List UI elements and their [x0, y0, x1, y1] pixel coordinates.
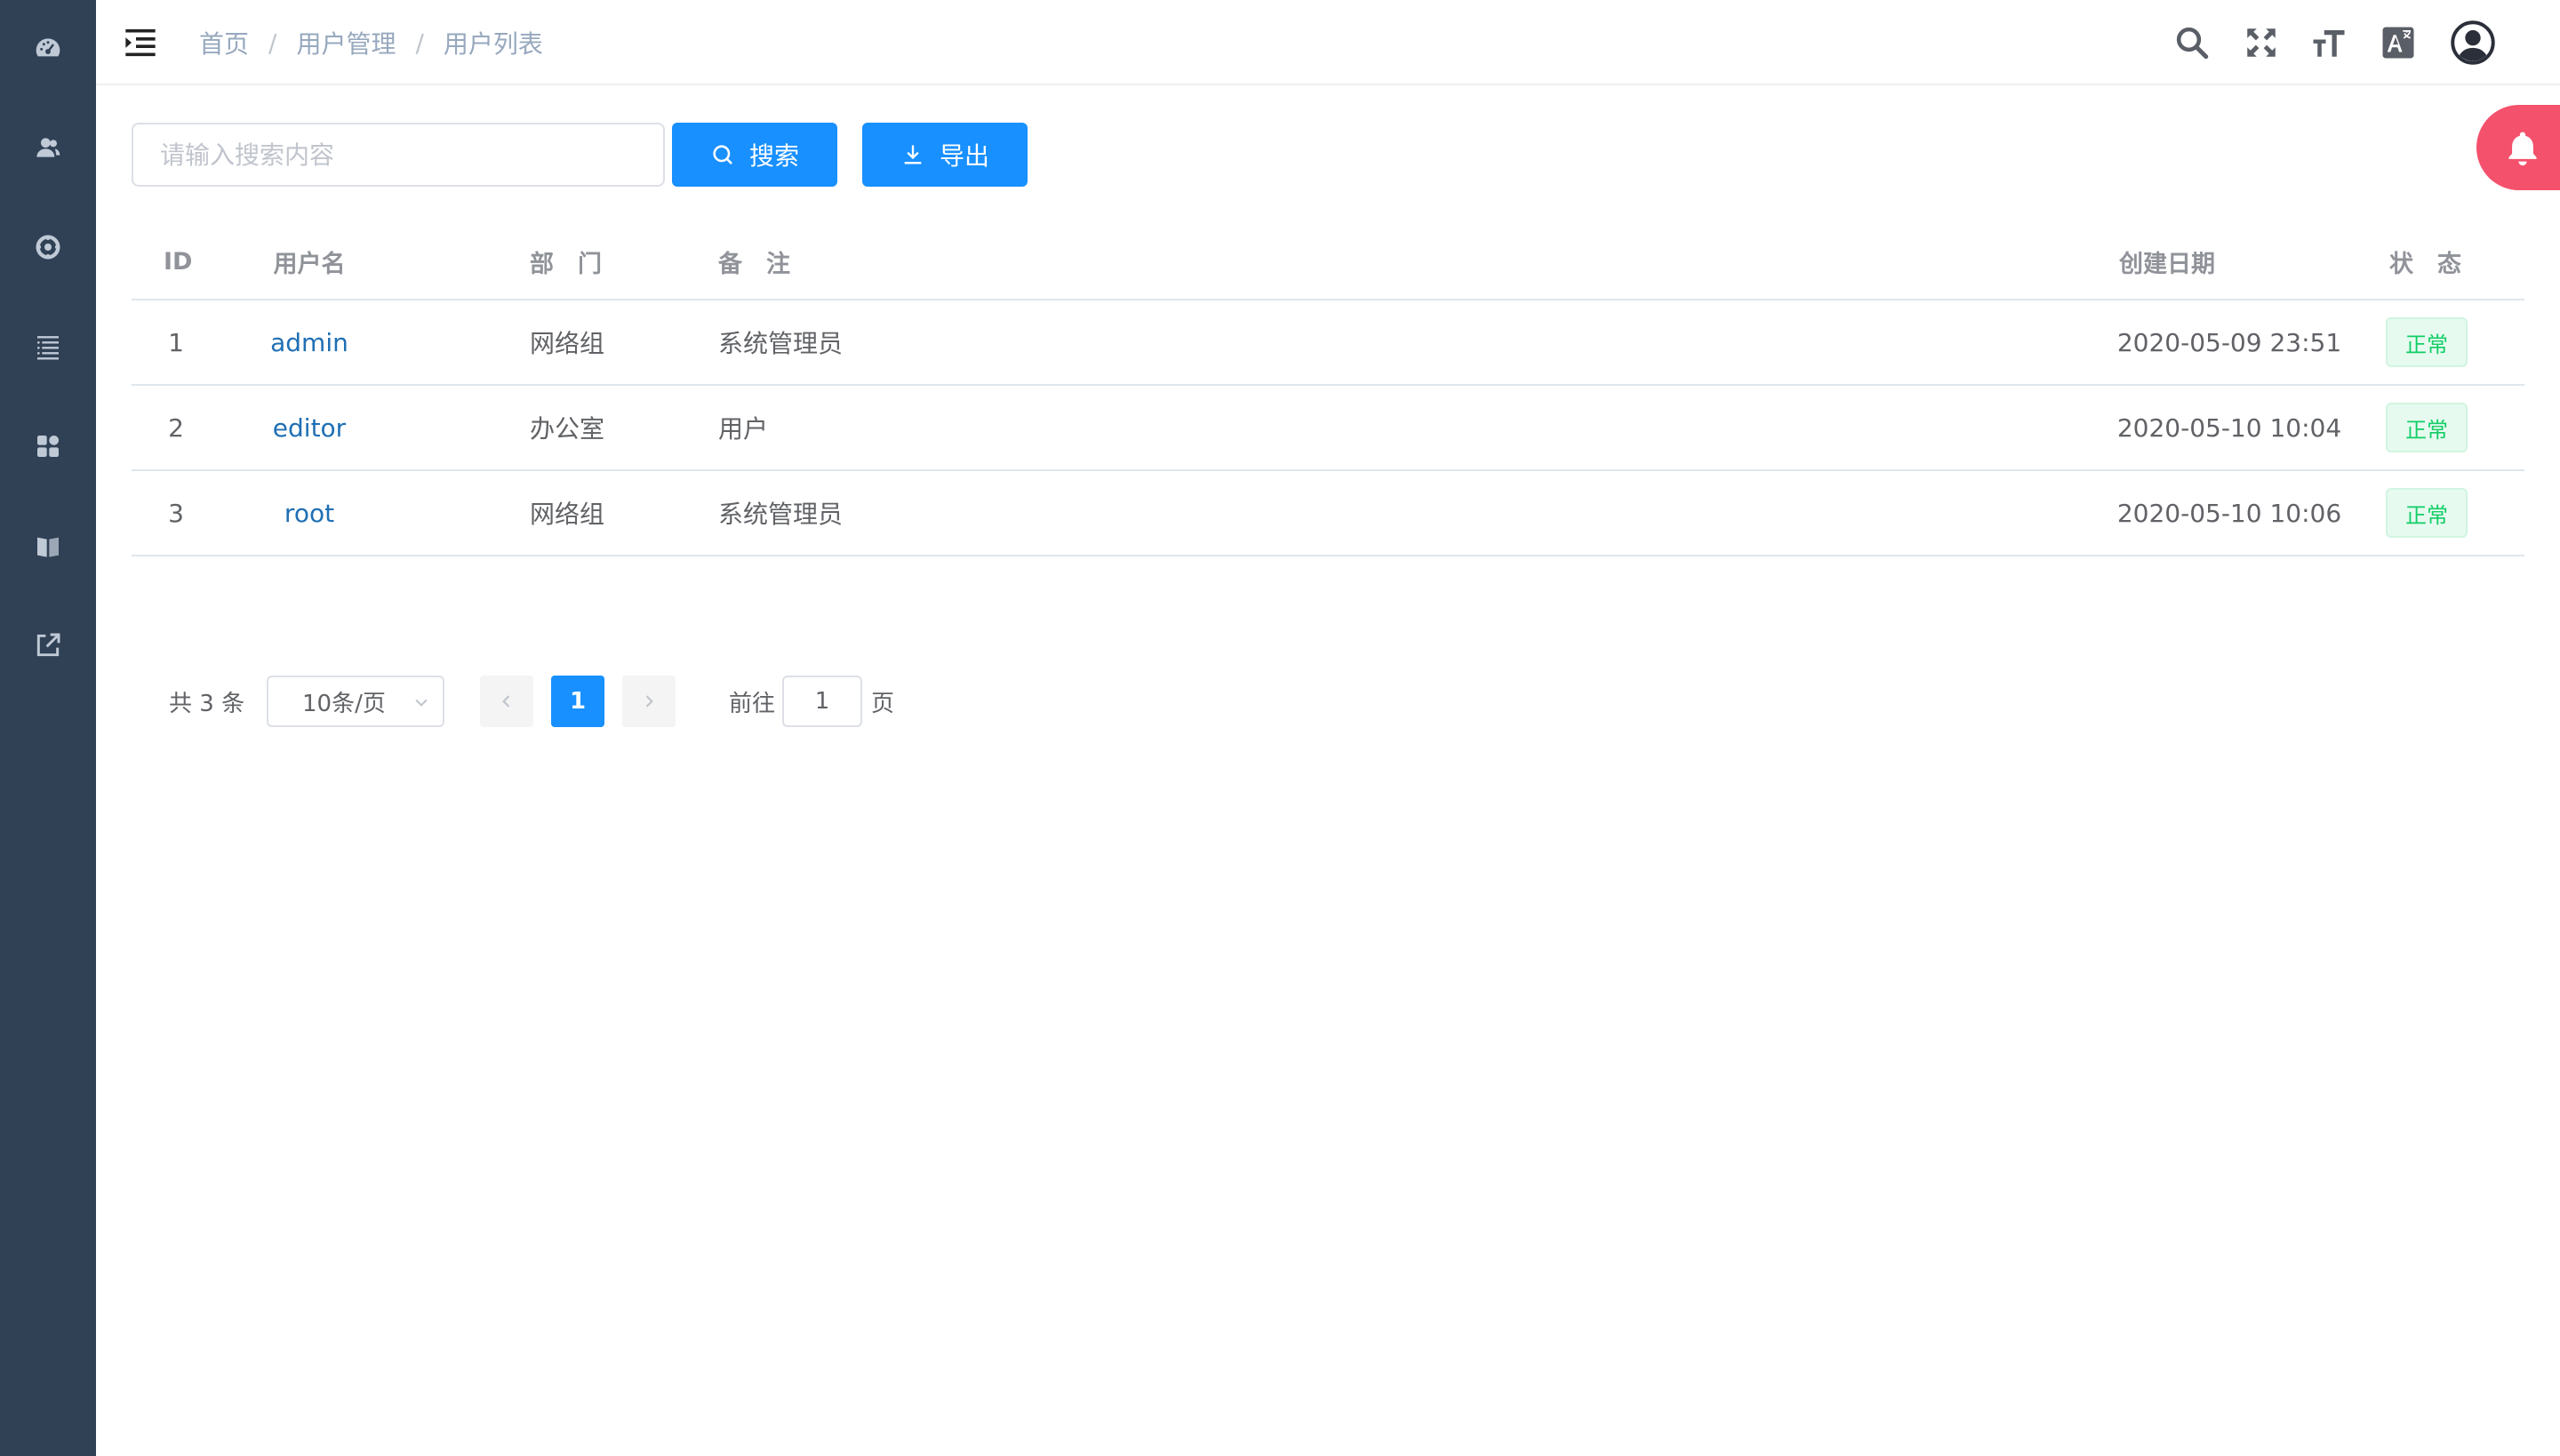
- bell-icon: [2508, 132, 2537, 166]
- breadcrumb-home[interactable]: 首页: [199, 25, 249, 60]
- grid-icon: [37, 436, 59, 457]
- fullscreen-icon: [2247, 28, 2276, 57]
- cell-id: 1: [168, 327, 184, 357]
- search-button-label: 搜索: [748, 141, 799, 171]
- cell-username: admin: [229, 300, 389, 384]
- cell-status: 正常: [2384, 300, 2469, 384]
- cell-username: editor: [229, 386, 389, 469]
- sidebar-item-users[interactable]: [0, 116, 96, 180]
- column-header-status[interactable]: 状 态: [2389, 224, 2461, 299]
- fullscreen-button[interactable]: [2242, 23, 2281, 62]
- table-row[interactable]: 2 editor 办公室 用户 2020-05-10 10:04 正常: [132, 386, 2524, 471]
- sidebar-item-list[interactable]: [0, 315, 96, 379]
- sidebar-item-settings[interactable]: [0, 215, 96, 279]
- cell-status: 正常: [2384, 471, 2469, 555]
- page-size-select[interactable]: 10条/页: [267, 676, 444, 727]
- sidebar-item-external-link[interactable]: [0, 613, 96, 677]
- pagination: 共 3 条 10条/页 1 前往 页: [169, 676, 969, 727]
- cell-status: 正常: [2384, 386, 2469, 469]
- column-header-created-date[interactable]: 创建日期: [2119, 224, 2215, 299]
- sidebar-item-docs[interactable]: [0, 514, 96, 578]
- sidebar-toggle-button[interactable]: [123, 25, 158, 60]
- notification-button[interactable]: [2476, 105, 2560, 190]
- user-avatar-button[interactable]: [2448, 18, 2498, 68]
- cell-department: 网络组: [530, 500, 605, 529]
- download-icon: [904, 145, 922, 164]
- search-icon: [2176, 27, 2209, 60]
- breadcrumb-user-management[interactable]: 用户管理: [296, 25, 396, 60]
- sidebar-item-components[interactable]: [0, 414, 96, 478]
- cell-department: 网络组: [530, 329, 605, 358]
- translate-icon: [2382, 27, 2414, 59]
- search-icon: [713, 145, 732, 164]
- cell-id: 3: [168, 498, 184, 528]
- page-size-value: 10条/页: [302, 690, 386, 717]
- next-page-button[interactable]: [622, 676, 676, 727]
- settings-gear-icon: [36, 235, 60, 260]
- cell-remark: 系统管理员: [718, 329, 844, 358]
- export-button[interactable]: 导出: [862, 123, 1028, 187]
- chevron-down-icon: [415, 699, 428, 707]
- breadcrumb: 首页 / 用户管理 / 用户列表: [199, 25, 543, 60]
- table-row[interactable]: 1 admin 网络组 系统管理员 2020-05-09 23:51 正常: [132, 300, 2524, 386]
- search-input[interactable]: [132, 123, 665, 187]
- chevron-left-icon: [502, 695, 510, 708]
- users-icon: [36, 138, 60, 157]
- user-avatar-icon: [2451, 20, 2495, 65]
- breadcrumb-separator: /: [268, 28, 277, 58]
- prev-page-button[interactable]: [480, 676, 533, 727]
- breadcrumb-separator: /: [415, 28, 424, 58]
- goto-unit-label: 页: [871, 690, 895, 717]
- status-badge: 正常: [2386, 317, 2468, 367]
- status-badge: 正常: [2386, 488, 2468, 538]
- top-navbar: 首页 / 用户管理 / 用户列表: [96, 0, 2560, 85]
- status-badge: 正常: [2386, 403, 2468, 452]
- column-header-id[interactable]: ID: [164, 224, 192, 299]
- username-link[interactable]: admin: [270, 328, 348, 357]
- cell-remark: 系统管理员: [718, 500, 844, 529]
- cell-id: 2: [168, 412, 184, 443]
- goto-label: 前往: [729, 690, 776, 717]
- table-row[interactable]: 3 root 网络组 系统管理员 2020-05-10 10:06 正常: [132, 471, 2524, 556]
- column-header-department[interactable]: 部 门: [530, 224, 602, 299]
- username-link[interactable]: root: [284, 499, 334, 528]
- cell-username: root: [229, 471, 389, 555]
- goto-page-input[interactable]: [782, 676, 862, 727]
- cell-department: 办公室: [530, 414, 605, 444]
- font-size-icon: [2313, 30, 2345, 57]
- font-size-button[interactable]: [2309, 23, 2348, 62]
- breadcrumb-user-list: 用户列表: [443, 29, 543, 59]
- column-header-remark[interactable]: 备 注: [718, 224, 790, 299]
- sidebar: [0, 0, 96, 1456]
- user-table: ID 用户名 部 门 备 注 创建日期 状 态 1 admin 网络组 系统管理…: [132, 224, 2524, 556]
- page-number-button[interactable]: 1: [551, 676, 604, 727]
- header-search-button[interactable]: [2172, 23, 2212, 62]
- search-button[interactable]: 搜索: [672, 123, 837, 187]
- sidebar-item-dashboard[interactable]: [0, 16, 96, 80]
- cell-remark: 用户: [718, 414, 769, 444]
- dashboard-icon: [36, 38, 60, 57]
- pagination-total: 共 3 条: [169, 690, 245, 717]
- chevron-right-icon: [645, 695, 653, 708]
- hamburger-icon: [125, 28, 156, 57]
- column-header-username[interactable]: 用户名: [229, 224, 389, 299]
- external-link-icon: [36, 633, 60, 657]
- username-link[interactable]: editor: [273, 413, 346, 443]
- export-button-label: 导出: [939, 141, 989, 171]
- table-header: ID 用户名 部 门 备 注 创建日期 状 态: [132, 224, 2524, 300]
- book-icon: [37, 537, 59, 557]
- list-icon: [37, 336, 59, 360]
- language-button[interactable]: [2379, 23, 2418, 62]
